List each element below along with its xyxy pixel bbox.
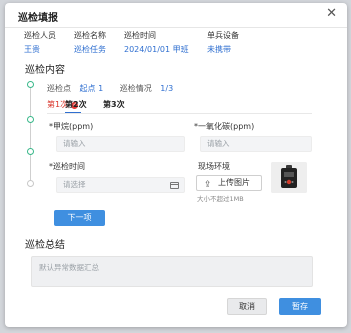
inspector-label: 巡检人员 [24, 31, 56, 40]
device-value: 未携带 [207, 45, 231, 54]
cancel-button[interactable]: 取消 [227, 298, 267, 315]
co-label: *一氧化碳(ppm) [194, 122, 255, 131]
dialog-title: 巡检填报 [18, 13, 58, 24]
methane-label: *甲烷(ppm) [49, 122, 94, 131]
inspection-dialog: 巡检填报 ✕ 巡检人员 王贵 巡检名称 巡检任务 巡检时间 2024/01/01… [5, 3, 347, 327]
time-picker[interactable]: 请选择 [56, 177, 185, 193]
tab-second-label: 第2次 [65, 100, 87, 109]
summary-section-title: 巡检总结 [25, 240, 65, 251]
env-label: 现场环境 [198, 162, 230, 171]
status-label: 巡检情况 [119, 84, 152, 93]
save-draft-button[interactable]: 暂存 [279, 298, 321, 315]
summary-textarea[interactable]: 默认异常数据汇总 [31, 256, 313, 287]
time-value: 2024/01/01 甲班 [124, 45, 189, 54]
calendar-icon [170, 182, 179, 189]
info-task-name: 巡检名称 巡检任务 [74, 30, 106, 55]
upload-image-button[interactable]: ⇪ 上传图片 [196, 175, 262, 191]
tabs-divider [47, 113, 312, 114]
info-inspector: 巡检人员 王贵 [24, 30, 56, 55]
point-row: 巡检点 起点 1 巡检情况 1/3 [47, 83, 173, 94]
task-name-label: 巡检名称 [74, 31, 106, 40]
content-section-title: 巡检内容 [25, 65, 65, 76]
device-photo-thumbnail[interactable] [271, 162, 307, 193]
point-label: 巡检点 [47, 84, 71, 93]
device-label: 单兵设备 [207, 31, 239, 40]
time-picker-placeholder: 请选择 [63, 180, 86, 189]
tab-third[interactable]: 第3次 [103, 99, 125, 110]
dialog-header: 巡检填报 ✕ [5, 3, 347, 28]
timeline-line [30, 83, 31, 186]
time-label: 巡检时间 [124, 31, 156, 40]
status-value: 1/3 [160, 84, 174, 93]
point-value[interactable]: 起点 1 [80, 84, 104, 93]
timeline-dot [27, 116, 34, 123]
tab-second[interactable]: 第2次 [65, 99, 87, 110]
methane-input[interactable]: 请输入 [56, 136, 185, 152]
close-icon[interactable]: ✕ [326, 7, 337, 21]
timeline-dot [27, 148, 34, 155]
task-name-value[interactable]: 巡检任务 [74, 44, 106, 55]
upload-hint: 大小不超过1MB [197, 195, 244, 203]
co-input[interactable]: 请输入 [200, 136, 312, 152]
time-field-label: *巡检时间 [49, 162, 85, 171]
timeline-dot [27, 180, 34, 187]
timeline-dot [27, 81, 34, 88]
info-time: 巡检时间 2024/01/01 甲班 [124, 30, 189, 55]
inspector-value: 王贵 [24, 45, 40, 54]
upload-icon: ⇪ [204, 180, 212, 190]
upload-label: 上传图片 [218, 178, 250, 187]
next-item-button[interactable]: 下一项 [54, 210, 105, 226]
tab-third-label: 第3次 [103, 100, 125, 109]
info-row: 巡检人员 王贵 巡检名称 巡检任务 巡检时间 2024/01/01 甲班 单兵设… [5, 30, 347, 60]
info-device: 单兵设备 未携带 [207, 30, 239, 55]
